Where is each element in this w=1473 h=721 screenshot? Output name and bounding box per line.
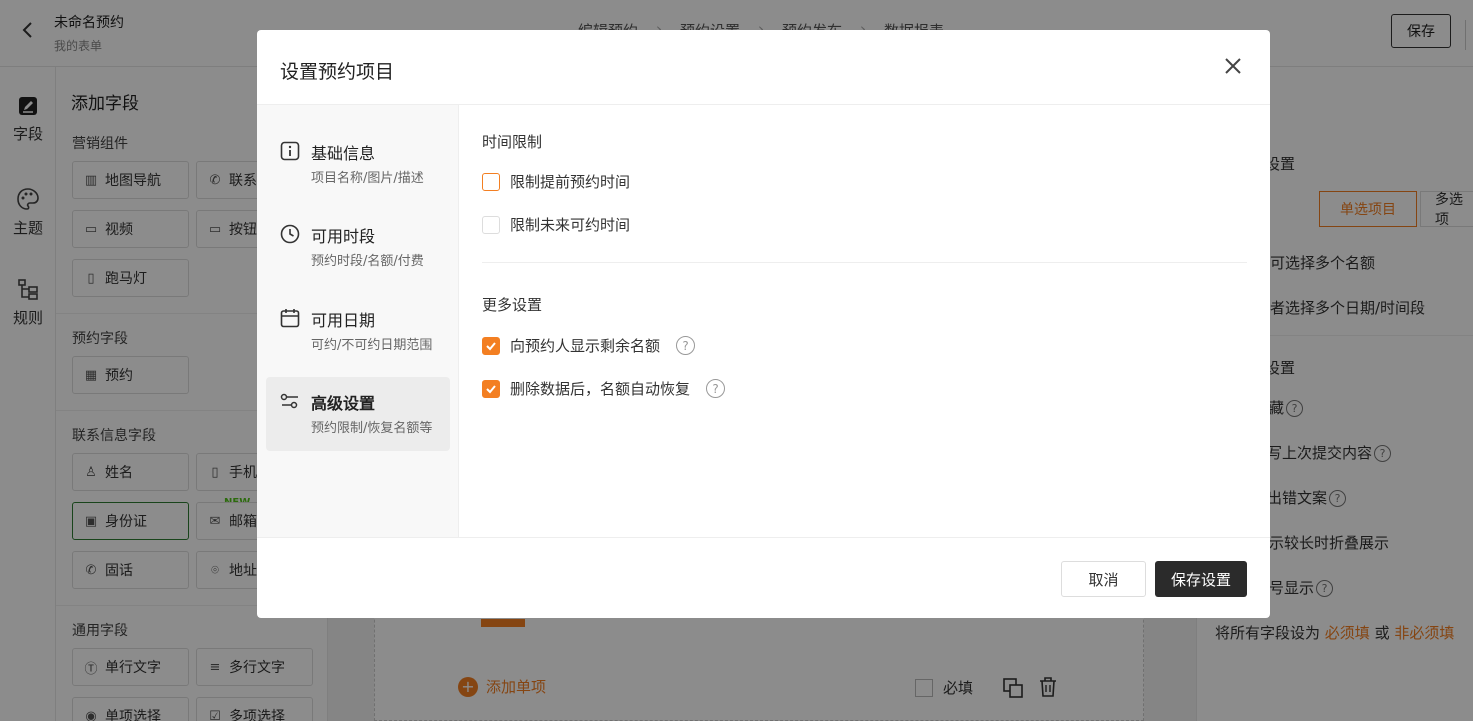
help-icon[interactable]: ? (706, 379, 726, 398)
save-settings-button[interactable]: 保存设置 (1155, 561, 1247, 597)
settings-menu: 基础信息 项目名称/图片/描述 可用时段 预约时段/名额/付费 可用日期 可约/… (257, 105, 459, 537)
menu-item-dates[interactable]: 可用日期 可约/不可约日期范围 (266, 294, 450, 368)
checkbox-auto-restore[interactable] (482, 379, 500, 398)
checkbox-show-remaining[interactable] (482, 336, 500, 355)
info-icon (280, 141, 300, 161)
menu-item-advanced[interactable]: 高级设置 预约限制/恢复名额等 (266, 377, 450, 451)
menu-label: 基础信息 (311, 144, 376, 163)
checkbox-limit-advance[interactable] (482, 172, 500, 191)
option-label: 向预约人显示剩余名额 (510, 337, 661, 355)
close-icon[interactable] (1222, 55, 1244, 77)
option-label: 限制提前预约时间 (510, 173, 631, 191)
time-limit-title: 时间限制 (482, 133, 543, 151)
booking-item-settings-dialog: 设置预约项目 基础信息 项目名称/图片/描述 可用时段 预约时段/名额/付费 可… (257, 30, 1270, 618)
option-show-remaining-quota[interactable]: 向预约人显示剩余名额 ? (482, 335, 696, 356)
clock-icon (280, 224, 300, 244)
menu-desc: 预约时段/名额/付费 (311, 254, 424, 269)
menu-desc: 预约限制/恢复名额等 (311, 421, 433, 436)
divider (257, 537, 1270, 538)
advanced-settings-content: 时间限制 限制提前预约时间 限制未来可约时间 更多设置 向预约人显示剩余名额 ?… (460, 105, 1270, 537)
option-auto-restore-quota[interactable]: 删除数据后，名额自动恢复 ? (482, 378, 726, 399)
option-limit-advance-booking[interactable]: 限制提前预约时间 (482, 171, 630, 192)
menu-desc: 项目名称/图片/描述 (311, 171, 424, 186)
option-limit-future-booking[interactable]: 限制未来可约时间 (482, 214, 630, 235)
sliders-icon (280, 393, 298, 409)
dialog-title: 设置预约项目 (280, 61, 395, 83)
menu-label: 高级设置 (311, 394, 376, 413)
menu-item-time-slots[interactable]: 可用时段 预约时段/名额/付费 (266, 210, 450, 284)
menu-item-basic-info[interactable]: 基础信息 项目名称/图片/描述 (266, 127, 450, 201)
menu-desc: 可约/不可约日期范围 (311, 338, 433, 353)
checkbox-limit-future[interactable] (482, 215, 500, 234)
more-settings-title: 更多设置 (482, 296, 543, 314)
menu-label: 可用日期 (311, 311, 376, 330)
option-label: 限制未来可约时间 (510, 216, 631, 234)
calendar-icon (280, 309, 300, 328)
help-icon[interactable]: ? (676, 336, 696, 355)
divider (482, 262, 1247, 263)
menu-label: 可用时段 (311, 227, 376, 246)
cancel-button[interactable]: 取消 (1061, 561, 1146, 597)
option-label: 删除数据后，名额自动恢复 (510, 380, 691, 398)
